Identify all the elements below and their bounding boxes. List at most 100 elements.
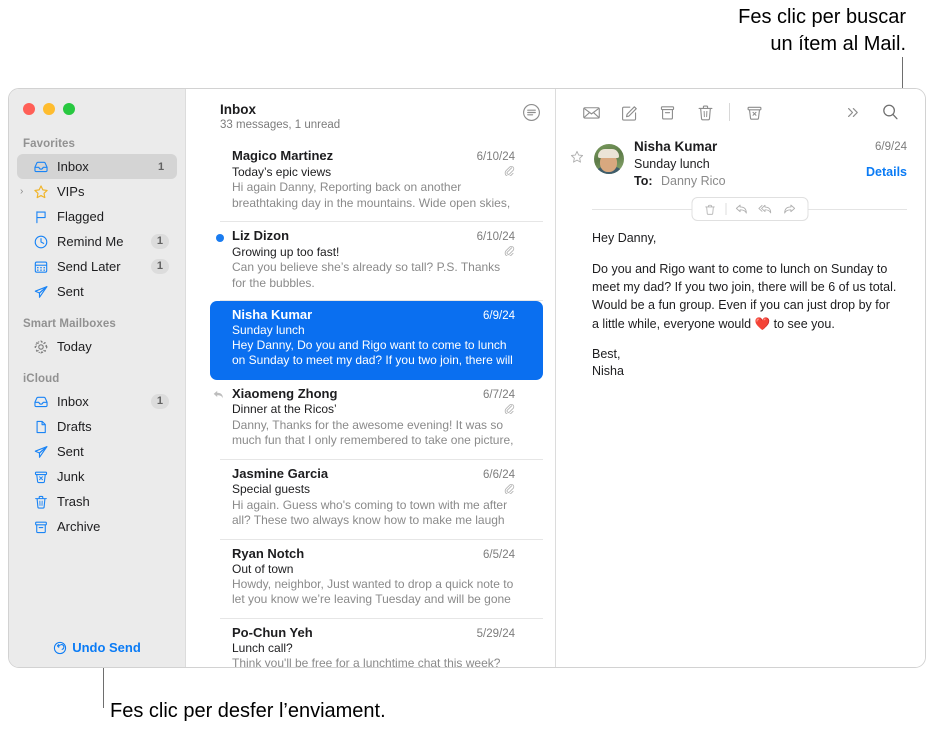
message-body: Hey Danny, Do you and Rigo want to come … <box>556 221 925 379</box>
sidebar-item-label: VIPs <box>57 184 85 199</box>
attachment-icon <box>503 402 515 417</box>
search-icon[interactable] <box>871 97 909 127</box>
heart-emoji: ❤️ <box>754 316 771 331</box>
details-link[interactable]: Details <box>866 165 907 179</box>
inbox-icon <box>31 394 51 410</box>
sidebar-item-vips[interactable]: › VIPs <box>17 179 177 204</box>
message-subject-text: Special guests <box>232 482 311 497</box>
message-header-right: 6/9/24 Details <box>866 139 907 188</box>
trash-icon[interactable] <box>699 199 721 219</box>
sender-name: Nisha Kumar <box>634 139 718 154</box>
replied-icon <box>212 388 225 406</box>
reply-all-icon[interactable] <box>754 199 776 219</box>
paper-plane-icon <box>31 444 51 460</box>
sidebar-item-label: Archive <box>57 519 101 534</box>
message-row[interactable]: Po-Chun Yeh 5/29/24 Lunch call? Think you'l… <box>198 619 543 667</box>
toolbar-divider <box>729 103 730 121</box>
sidebar-item-label: Inbox <box>57 159 89 174</box>
junk-icon[interactable] <box>735 97 773 127</box>
body-text-before: Do you and Rigo want to come to lunch on… <box>592 262 897 331</box>
message-subject: Sunday lunch <box>634 157 710 171</box>
minimize-button[interactable] <box>43 103 55 115</box>
sidebar-group-smart-mailboxes: Today <box>9 334 185 359</box>
message-date: 6/9/24 <box>875 141 907 153</box>
message-preview: Howdy, neighbor, Just wanted to drop a q… <box>232 576 514 610</box>
sidebar-item-sent[interactable]: Sent <box>17 279 177 304</box>
message-subject-text: Growing up too fast! <box>232 244 340 259</box>
message-row[interactable]: Liz Dizon 6/10/24 Growing up too fast! Can … <box>198 222 543 301</box>
sidebar-item-label: Trash <box>57 494 90 509</box>
sidebar-item-label: Remind Me <box>57 234 124 249</box>
sort-filter-icon[interactable] <box>522 103 541 127</box>
sidebar-item-send-later[interactable]: Send Later 1 <box>17 254 177 279</box>
message-date: 6/6/24 <box>483 468 515 481</box>
message-action-divider <box>592 197 907 221</box>
maximize-button[interactable] <box>63 103 75 115</box>
calendar-icon <box>31 259 51 275</box>
sidebar-item-label: Sent <box>57 444 84 459</box>
attachment-icon <box>503 482 515 497</box>
mark-unread-icon[interactable] <box>572 97 610 127</box>
gear-icon <box>31 339 51 355</box>
forward-icon[interactable] <box>778 199 800 219</box>
sidebar-item-label: Inbox <box>57 394 89 409</box>
sidebar-item-trash[interactable]: Trash <box>17 489 177 514</box>
archive-icon[interactable] <box>648 97 686 127</box>
sidebar-item-junk[interactable]: Junk <box>17 464 177 489</box>
annotation-leader-line-bottom <box>103 664 104 708</box>
sidebar-item-sent[interactable]: Sent <box>17 439 177 464</box>
message-sender: Po-Chun Yeh <box>232 624 313 640</box>
paper-plane-icon <box>31 284 51 300</box>
message-subject: Dinner at the Ricos’ <box>232 402 515 417</box>
message-header: Nisha Kumar Sunday lunch To: Danny Rico … <box>556 135 925 188</box>
message-preview: Hi again Danny, Reporting back on anothe… <box>232 180 511 213</box>
message-row[interactable]: Ryan Notch 6/5/24 Out of town Howdy, neighb… <box>198 540 543 619</box>
message-sender: Jasmine Garcia <box>232 465 329 481</box>
undo-send-button[interactable]: Undo Send <box>9 640 185 655</box>
unread-badge: 1 <box>157 160 165 173</box>
body-text-after: to see you. <box>770 316 835 331</box>
message-preview: Danny, Thanks for the awesome evening! I… <box>232 417 514 451</box>
message-list[interactable]: Inbox 33 messages, 1 unread Magico Marti… <box>186 89 556 667</box>
sidebar-item-label: Junk <box>57 469 85 484</box>
message-row[interactable]: Jasmine Garcia 6/6/24 Special guests Hi aga… <box>198 460 543 540</box>
sidebar-item-label: Drafts <box>57 419 92 434</box>
recipient-line: To: Danny Rico <box>634 174 866 188</box>
close-button[interactable] <box>23 103 35 115</box>
unread-badge: 1 <box>150 259 169 274</box>
sidebar-item-drafts[interactable]: Drafts <box>17 414 177 439</box>
body-greeting: Hey Danny, <box>592 231 657 245</box>
reply-icon[interactable] <box>730 199 752 219</box>
sidebar-item-remind-me[interactable]: Remind Me 1 <box>17 229 177 254</box>
message-preview: Can you believe she’s already so tall? P… <box>232 260 501 290</box>
message-row-top: Ryan Notch 6/5/24 <box>232 546 515 561</box>
sidebar-item-archive[interactable]: Archive <box>17 514 177 539</box>
signoff-line-2: Nisha <box>592 363 624 378</box>
message-sender: Nisha Kumar <box>232 306 313 322</box>
document-icon <box>31 419 51 435</box>
message-row[interactable]: Xiaomeng Zhong 6/7/24 Dinner at the Ricos’… <box>198 380 543 460</box>
clock-icon <box>31 234 51 250</box>
star-outline-icon[interactable] <box>570 139 594 188</box>
sidebar-item-label: Today <box>57 339 92 354</box>
reading-pane: Nisha Kumar Sunday lunch To: Danny Rico … <box>556 89 925 667</box>
message-date: 6/5/24 <box>483 548 515 561</box>
signoff-line-1: Best, <box>592 346 621 361</box>
message-row[interactable]: Magico Martinez 6/10/24 Today’s epic views… <box>198 142 543 222</box>
chevron-right-icon[interactable]: › <box>20 186 31 197</box>
message-action-bar <box>691 197 808 221</box>
chevron-double-right-icon[interactable] <box>833 97 871 127</box>
to-label: To: <box>634 174 653 188</box>
message-row[interactable]: Nisha Kumar 6/9/24 Sunday lunch Hey Danny, … <box>210 300 543 380</box>
sidebar-item-inbox[interactable]: Inbox 1 <box>17 154 177 179</box>
sidebar-item-flagged[interactable]: Flagged <box>17 204 177 229</box>
sidebar-section-icloud: iCloud <box>23 373 60 385</box>
trash-icon[interactable] <box>686 97 724 127</box>
compose-icon[interactable] <box>610 97 648 127</box>
message-subject-text: Out of town <box>232 561 294 576</box>
message-subject: Lunch call? <box>232 641 515 655</box>
message-row-top: Nisha Kumar 6/9/24 <box>232 307 515 322</box>
unread-badge: 1 <box>150 234 169 249</box>
sidebar-item-today[interactable]: Today <box>17 334 177 359</box>
sidebar-item-inbox[interactable]: Inbox 1 <box>17 389 177 414</box>
